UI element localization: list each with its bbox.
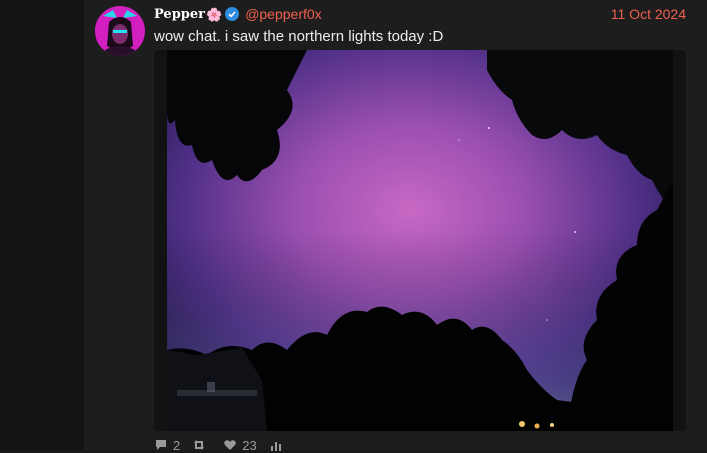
- post-date[interactable]: 11 Oct 2024: [611, 6, 686, 22]
- like-button[interactable]: 23: [223, 437, 257, 453]
- post-text: wow chat. i saw the northern lights toda…: [154, 28, 444, 45]
- avatar-image: [95, 6, 145, 56]
- reply-button[interactable]: 2: [154, 438, 180, 453]
- post-header: Pepper 🌸 @pepperf0x 11 Oct 2024: [154, 5, 686, 23]
- like-count: 23: [242, 437, 257, 453]
- left-gutter: [0, 0, 84, 450]
- author-display-name[interactable]: Pepper: [154, 7, 205, 22]
- cherry-blossom-icon: 🌸: [206, 6, 223, 22]
- avatar[interactable]: [95, 6, 145, 56]
- media-frame[interactable]: [154, 50, 686, 431]
- verified-badge-icon: [225, 7, 240, 21]
- northern-lights-photo[interactable]: [167, 50, 673, 431]
- author-handle[interactable]: @pepperf0x: [245, 6, 321, 22]
- reply-count: 2: [173, 437, 181, 453]
